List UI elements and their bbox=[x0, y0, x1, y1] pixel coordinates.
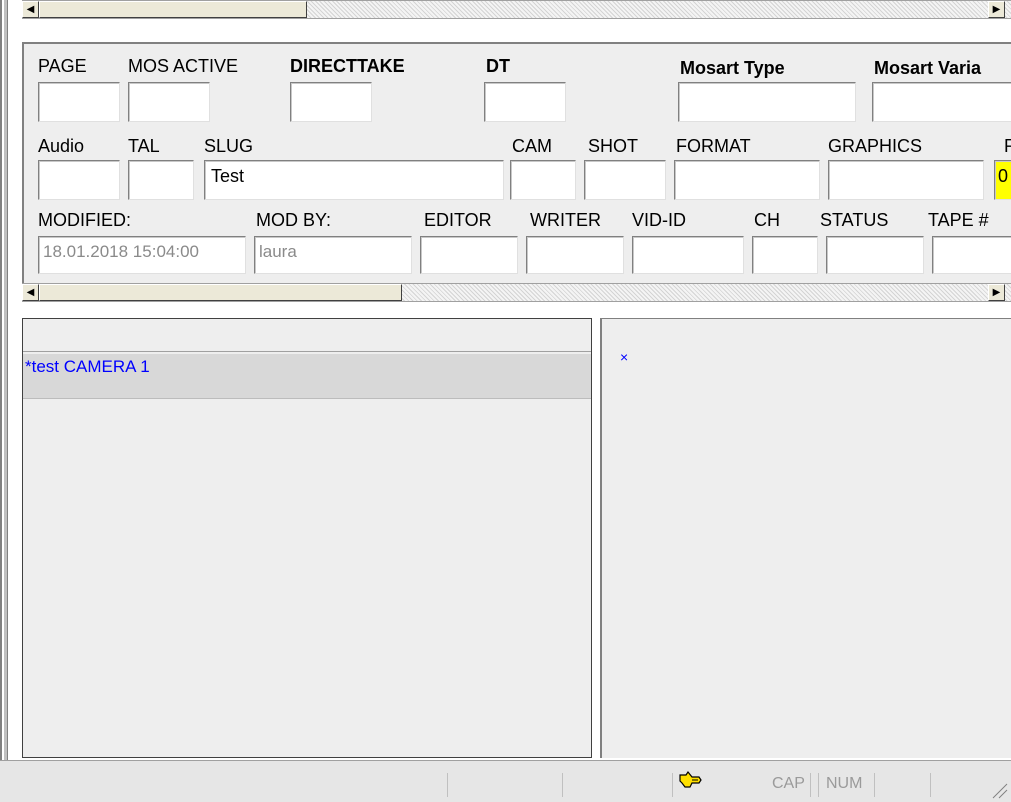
r-field[interactable]: 0 bbox=[994, 160, 1011, 200]
ch-field[interactable] bbox=[752, 236, 818, 274]
format-label: FORMAT bbox=[676, 136, 751, 156]
pointing-hand-icon bbox=[678, 769, 704, 791]
status-bar: CAP NUM bbox=[0, 760, 1011, 802]
status-separator bbox=[672, 773, 673, 797]
mosart-variant-field[interactable] bbox=[872, 82, 1011, 122]
num-lock-indicator: NUM bbox=[826, 775, 863, 792]
cam-label: CAM bbox=[512, 136, 552, 156]
status-separator bbox=[447, 773, 448, 797]
modified-label: MODIFIED: bbox=[38, 210, 131, 230]
mosart-type-label: Mosart Type bbox=[680, 58, 785, 78]
scroll-right-arrow-icon[interactable]: ▶ bbox=[988, 1, 1005, 18]
status-separator bbox=[930, 773, 931, 797]
cam-field[interactable] bbox=[510, 160, 576, 200]
status-field[interactable] bbox=[826, 236, 924, 274]
dt-label: DT bbox=[486, 56, 510, 76]
status-label: STATUS bbox=[820, 210, 889, 230]
mos-active-field[interactable] bbox=[128, 82, 210, 122]
format-field[interactable] bbox=[674, 160, 820, 200]
directtake-field[interactable] bbox=[290, 82, 372, 122]
slug-input[interactable]: Test bbox=[204, 160, 504, 200]
slug-label: SLUG bbox=[204, 136, 254, 156]
graphics-field[interactable] bbox=[828, 160, 984, 200]
list-item[interactable]: *test CAMERA 1 bbox=[23, 354, 591, 399]
editor-label: EDITOR bbox=[424, 210, 492, 230]
tal-field[interactable] bbox=[128, 160, 194, 200]
mos-active-label: MOS ACTIVE bbox=[128, 56, 239, 76]
status-separator bbox=[562, 773, 563, 797]
scrollbar-thumb[interactable] bbox=[39, 1, 307, 18]
caps-lock-indicator: CAP bbox=[772, 775, 805, 792]
modified-field: 18.01.2018 15:04:00 bbox=[38, 236, 246, 274]
scroll-left-arrow-icon[interactable]: ◀ bbox=[22, 284, 39, 301]
page-label: PAGE bbox=[38, 56, 87, 76]
resize-grip-icon[interactable] bbox=[990, 781, 1008, 799]
audio-field[interactable] bbox=[38, 160, 120, 200]
vid-id-field[interactable] bbox=[632, 236, 744, 274]
directtake-label: DIRECTTAKE bbox=[290, 56, 405, 76]
scroll-right-arrow-icon[interactable]: ▶ bbox=[988, 284, 1005, 301]
ch-label: CH bbox=[754, 210, 780, 230]
window-left-frame bbox=[4, 0, 8, 760]
writer-field[interactable] bbox=[526, 236, 624, 274]
mosart-variant-label: Mosart Varia bbox=[874, 58, 982, 78]
story-text-pane[interactable]: × bbox=[600, 318, 1011, 758]
scrollbar-thumb[interactable] bbox=[39, 284, 402, 301]
dt-field[interactable] bbox=[484, 82, 566, 122]
story-fields-panel: PAGE MOS ACTIVE DIRECTTAKE DT Mosart Typ… bbox=[22, 42, 1011, 285]
shot-field[interactable] bbox=[584, 160, 666, 200]
tal-label: TAL bbox=[128, 136, 160, 156]
status-separator bbox=[818, 773, 819, 797]
mod-by-field: laura bbox=[254, 236, 412, 274]
cursor-marker-icon: × bbox=[620, 349, 629, 365]
story-list-pane: *test CAMERA 1 bbox=[22, 318, 592, 758]
window-left-border bbox=[0, 0, 2, 760]
graphics-label: GRAPHICS bbox=[828, 136, 923, 156]
mosart-type-field[interactable] bbox=[678, 82, 856, 122]
writer-label: WRITER bbox=[530, 210, 601, 230]
tape-number-field[interactable] bbox=[932, 236, 1011, 274]
editor-field[interactable] bbox=[420, 236, 518, 274]
vid-id-label: VID-ID bbox=[632, 210, 686, 230]
page-field[interactable] bbox=[38, 82, 120, 122]
status-separator bbox=[874, 773, 875, 797]
status-separator bbox=[810, 773, 811, 797]
app-window: ◀ ▶ PAGE MOS ACTIVE DIRECTTAKE DT Mosart… bbox=[0, 0, 1011, 802]
shot-label: SHOT bbox=[588, 136, 639, 156]
r-label: R bbox=[1004, 136, 1011, 157]
mod-by-label: MOD BY: bbox=[256, 210, 332, 230]
scroll-left-arrow-icon[interactable]: ◀ bbox=[22, 1, 39, 18]
top-horizontal-scrollbar[interactable]: ◀ ▶ bbox=[22, 0, 1011, 19]
list-header[interactable] bbox=[23, 319, 591, 352]
fields-horizontal-scrollbar[interactable]: ◀ ▶ bbox=[22, 283, 1011, 302]
audio-label: Audio bbox=[38, 136, 85, 156]
tape-number-label: TAPE # bbox=[928, 210, 989, 230]
